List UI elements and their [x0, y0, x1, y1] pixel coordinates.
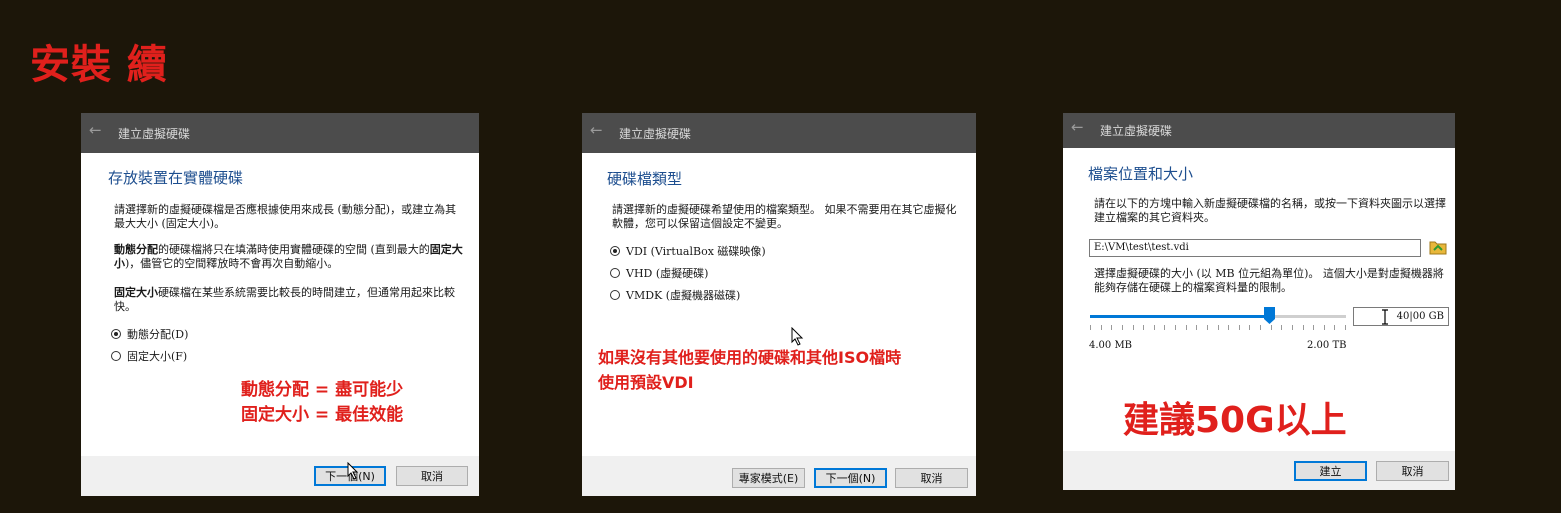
slider-ticks — [1090, 325, 1346, 333]
radio-label: VMDK (虛擬機器磁碟) — [626, 289, 741, 302]
dialog-heading: 硬碟檔類型 — [607, 170, 683, 188]
titlebar: ← 建立虛擬硬碟 — [1063, 113, 1455, 148]
next-button[interactable]: 下一個(N) — [814, 468, 887, 488]
radio-dynamic[interactable]: 動態分配(D) — [111, 326, 188, 342]
radio-button[interactable] — [610, 268, 620, 278]
slider-tick — [1291, 325, 1293, 330]
slider-tick — [1153, 325, 1155, 330]
radio-vdi[interactable]: VDI (VirtualBox 磁碟映像) — [610, 243, 766, 259]
radio-button-checked[interactable] — [111, 329, 121, 339]
radio-label: 固定大小(F) — [127, 350, 188, 363]
description-text: 硬碟檔在某些系統需要比較長的時間建立，但通常用起來比較快。 — [114, 286, 455, 313]
dialog-disk-file-type: ← 建立虛擬硬碟 硬碟檔類型 請選擇新的虛擬硬碟希望使用的檔案類型。 如果不需要… — [582, 113, 976, 496]
dialog-heading: 檔案位置和大小 — [1088, 165, 1194, 183]
description-2: 選擇虛擬硬碟的大小 (以 MB 位元組為單位)。 這個大小是對虛擬機器將能夠存儲… — [1094, 267, 1444, 294]
description-text: )，儘管它的空間釋放時不會再次自動縮小。 — [125, 257, 339, 270]
annotation: 建議50G以上 — [1123, 400, 1347, 441]
max-size-label: 2.00 TB — [1307, 340, 1347, 351]
slider-tick — [1217, 325, 1219, 330]
slider-tick — [1196, 325, 1198, 330]
radio-vmdk[interactable]: VMDK (虛擬機器磁碟) — [610, 287, 740, 303]
size-slider[interactable] — [1090, 315, 1346, 318]
slider-tick — [1132, 325, 1134, 330]
radio-label: VHD (虛擬硬碟) — [626, 267, 709, 280]
slider-tick — [1249, 325, 1251, 330]
titlebar: ← 建立虛擬硬碟 — [81, 113, 479, 153]
slider-tick — [1334, 325, 1336, 330]
slider-tick — [1111, 325, 1113, 330]
radio-label: 動態分配(D) — [127, 328, 189, 341]
slider-tick — [1260, 325, 1261, 330]
radio-button[interactable] — [610, 290, 620, 300]
slider-tick — [1175, 325, 1176, 330]
expert-mode-button[interactable]: 專家模式(E) — [732, 468, 805, 488]
radio-label: VDI (VirtualBox 磁碟映像) — [626, 245, 766, 258]
description-3: 固定大小硬碟檔在某些系統需要比較長的時間建立，但通常用起來比較快。 — [114, 286, 466, 314]
annotation-line-2: 使用預設VDI — [598, 373, 694, 392]
cancel-button[interactable]: 取消 — [1376, 461, 1449, 481]
annotation-line-1: 如果沒有其他要使用的硬碟和其他ISO檔時 — [598, 348, 902, 367]
slider-tick — [1281, 325, 1283, 330]
dialog-footer: 建立 取消 — [1063, 451, 1455, 490]
page-heading: 安裝 續 — [30, 42, 168, 88]
description-2: 動態分配的硬碟檔將只在填滿時使用實體硬碟的空間 (直到最大的固定大小)，儘管它的… — [114, 243, 466, 271]
size-value: 40|00 GB — [1396, 311, 1444, 322]
dialog-footer: 專家模式(E) 下一個(N) 取消 — [582, 456, 976, 496]
size-input[interactable]: 40|00 GB — [1353, 307, 1449, 326]
dialog-footer: 下一個(N) 取消 — [81, 456, 479, 496]
slider-tick — [1206, 325, 1208, 330]
file-path-input[interactable]: E:\VM\test\test.vdi — [1089, 239, 1421, 257]
dialog-title: 建立虛擬硬碟 — [118, 127, 191, 141]
slider-tick — [1323, 325, 1325, 330]
slider-tick — [1090, 325, 1091, 330]
create-button[interactable]: 建立 — [1294, 461, 1367, 481]
slider-tick — [1238, 325, 1240, 330]
bold-term: 動態分配 — [114, 243, 158, 256]
dialog-storage-type: ← 建立虛擬硬碟 存放裝置在實體硬碟 請選擇新的虛擬硬碟檔是否應根據使用來成長 … — [81, 113, 479, 496]
cancel-button[interactable]: 取消 — [396, 466, 468, 486]
dialog-heading: 存放裝置在實體硬碟 — [108, 169, 244, 187]
slider-tick — [1228, 325, 1230, 330]
mouse-cursor-icon — [347, 462, 359, 480]
radio-vhd[interactable]: VHD (虛擬硬碟) — [610, 265, 708, 281]
text-cursor-icon — [1382, 309, 1388, 325]
bold-term: 固定大小 — [114, 286, 158, 299]
annotation-line-2: 固定大小 = 最佳效能 — [241, 405, 404, 425]
slider-tick — [1143, 325, 1145, 330]
back-arrow-icon[interactable]: ← — [89, 121, 102, 139]
slider-tick — [1270, 325, 1272, 330]
slider-tick — [1313, 325, 1315, 330]
back-arrow-icon[interactable]: ← — [590, 121, 603, 139]
slider-tick — [1345, 325, 1346, 330]
folder-icon[interactable] — [1429, 239, 1447, 255]
description: 請選擇新的虛擬硬碟希望使用的檔案類型。 如果不需要用在其它虛擬化軟體，您可以保留… — [612, 203, 957, 230]
slider-tick — [1100, 325, 1102, 330]
slider-fill — [1090, 315, 1270, 318]
dialog-title: 建立虛擬硬碟 — [1100, 124, 1173, 138]
slider-tick — [1121, 325, 1123, 330]
dialog-title: 建立虛擬硬碟 — [619, 127, 692, 141]
annotation-line-1: 動態分配 = 盡可能少 — [241, 380, 404, 400]
slider-tick — [1164, 325, 1166, 330]
min-size-label: 4.00 MB — [1089, 340, 1133, 351]
slider-tick — [1302, 325, 1304, 330]
description-1: 請在以下的方塊中輸入新虛擬硬碟檔的名稱，或按一下資料夾圖示以選擇建立檔案的其它資… — [1094, 197, 1446, 224]
description-text: 的硬碟檔將只在填滿時使用實體硬碟的空間 (直到最大的 — [158, 243, 430, 256]
description-1: 請選擇新的虛擬硬碟檔是否應根據使用來成長 (動態分配)，或建立為其最大大小 (固… — [114, 203, 457, 230]
slider-tick — [1185, 325, 1187, 330]
titlebar: ← 建立虛擬硬碟 — [582, 113, 976, 153]
radio-button-checked[interactable] — [610, 246, 620, 256]
slider-thumb-icon[interactable] — [1264, 307, 1276, 324]
radio-button[interactable] — [111, 351, 121, 361]
radio-fixed[interactable]: 固定大小(F) — [111, 348, 187, 364]
back-arrow-icon[interactable]: ← — [1071, 118, 1084, 136]
cancel-button[interactable]: 取消 — [895, 468, 968, 488]
dialog-file-location-size: ← 建立虛擬硬碟 檔案位置和大小 請在以下的方塊中輸入新虛擬硬碟檔的名稱，或按一… — [1063, 113, 1455, 490]
